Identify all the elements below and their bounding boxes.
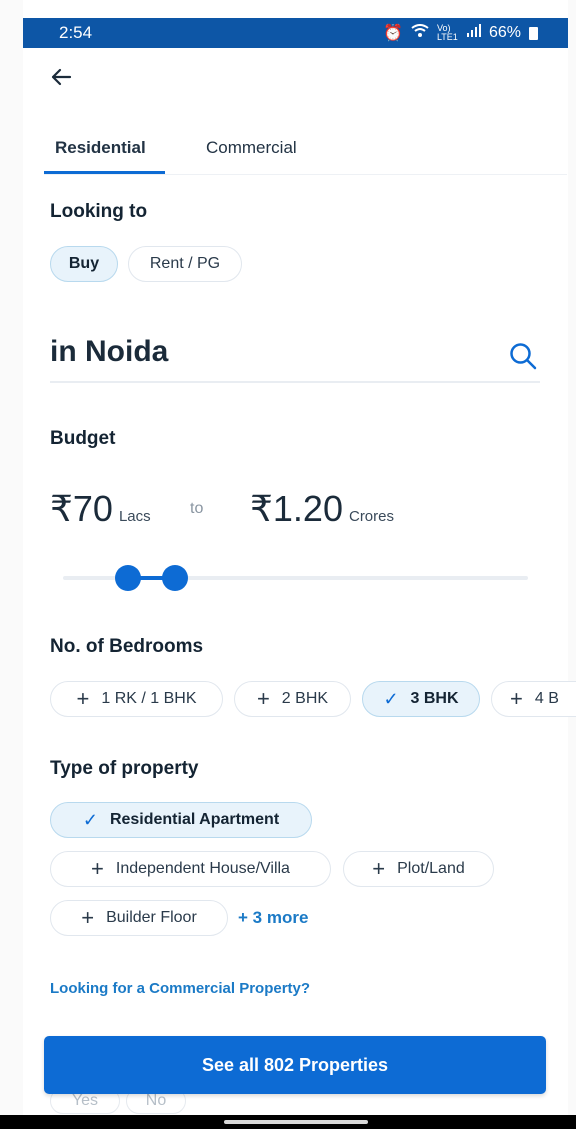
budget-title: Budget xyxy=(50,428,116,449)
chip-buy[interactable]: Buy xyxy=(50,246,118,282)
budget-max-value: 1.20 xyxy=(272,488,343,529)
plus-icon: + xyxy=(510,686,523,711)
back-arrow-icon[interactable] xyxy=(49,65,73,89)
tab-residential[interactable]: Residential xyxy=(55,138,146,158)
chip-1rk-1bhk-label: 1 RK / 1 BHK xyxy=(101,690,197,707)
property-type-title: Type of property xyxy=(50,758,199,779)
plus-icon: + xyxy=(81,905,95,930)
budget-min-currency: ₹ xyxy=(50,488,73,529)
chip-independent-house[interactable]: + Independent House/Villa xyxy=(50,851,331,887)
budget-max-handle[interactable] xyxy=(161,565,188,591)
alarm-icon: ⏰ xyxy=(383,25,403,42)
chip-3bhk-label: 3 BHK xyxy=(410,690,459,707)
status-bar: 2:54 ⏰ Vo) LTE1 66% xyxy=(23,18,568,48)
network-label: Vo) LTE1 xyxy=(436,23,458,42)
see-all-properties-button[interactable]: See all 802 Properties xyxy=(44,1036,546,1094)
chip-1rk-1bhk[interactable]: +1 RK / 1 BHK xyxy=(50,681,223,717)
plus-icon: + xyxy=(256,686,270,711)
check-icon: ✓ xyxy=(82,809,98,830)
tab-commercial[interactable]: Commercial xyxy=(206,138,297,158)
commercial-property-link[interactable]: Looking for a Commercial Property? xyxy=(50,980,310,997)
tab-bar: Residential Commercial xyxy=(44,130,567,175)
status-time: 2:54 xyxy=(59,23,93,42)
chip-builder-floor[interactable]: + Builder Floor xyxy=(50,900,228,936)
budget-to-label: to xyxy=(190,500,204,517)
see-all-properties-label: See all 802 Properties xyxy=(201,1054,389,1075)
chip-rent-pg[interactable]: Rent / PG xyxy=(128,246,242,282)
looking-to-title: Looking to xyxy=(50,201,148,222)
chip-4bhk[interactable]: +4 B xyxy=(491,681,576,717)
plus-icon: + xyxy=(76,686,90,711)
chip-4bhk-label: 4 B xyxy=(534,690,559,707)
battery-percent: 66% xyxy=(488,24,521,41)
chip-residential-apartment[interactable]: ✓ Residential Apartment xyxy=(50,802,312,838)
budget-max-currency: ₹ xyxy=(250,488,273,529)
bedrooms-title: No. of Bedrooms xyxy=(50,636,204,657)
chip-buy-label: Buy xyxy=(68,255,100,272)
home-indicator[interactable] xyxy=(224,1120,368,1124)
search-icon[interactable] xyxy=(508,341,538,371)
signal-icon xyxy=(466,24,481,42)
status-icons: ⏰ Vo) LTE1 66% xyxy=(383,23,538,43)
screen-frame-right xyxy=(568,0,576,1129)
wifi-icon xyxy=(411,23,429,43)
chip-rent-pg-label: Rent / PG xyxy=(149,255,221,272)
chip-plot-land[interactable]: + Plot/Land xyxy=(343,851,494,887)
more-property-types-link[interactable]: + 3 more xyxy=(238,908,308,928)
chip-independent-house-label: Independent House/Villa xyxy=(115,860,290,877)
battery-icon xyxy=(529,26,538,40)
city-input[interactable]: in Noida xyxy=(50,335,168,369)
budget-min-unit: Lacs xyxy=(118,508,151,525)
chip-residential-apartment-label: Residential Apartment xyxy=(109,811,280,828)
budget-min-value: 70 xyxy=(72,488,113,529)
chip-plot-land-label: Plot/Land xyxy=(397,860,465,877)
chip-2bhk[interactable]: +2 BHK xyxy=(234,681,351,717)
chip-2bhk-label: 2 BHK xyxy=(281,690,329,707)
screen-frame-left xyxy=(0,0,23,1129)
chip-builder-floor-label: Builder Floor xyxy=(106,909,197,926)
city-underline xyxy=(50,381,540,383)
check-icon: ✓ xyxy=(383,688,399,709)
budget-min: ₹70 Lacs xyxy=(50,488,151,530)
budget-max-unit: Crores xyxy=(348,508,394,525)
budget-min-handle[interactable] xyxy=(115,565,142,591)
plus-icon: + xyxy=(372,856,386,881)
budget-max: ₹1.20 Crores xyxy=(250,488,394,530)
chip-3bhk[interactable]: ✓ 3 BHK xyxy=(362,681,480,717)
plus-icon: + xyxy=(91,856,104,881)
active-tab-indicator xyxy=(44,171,165,174)
